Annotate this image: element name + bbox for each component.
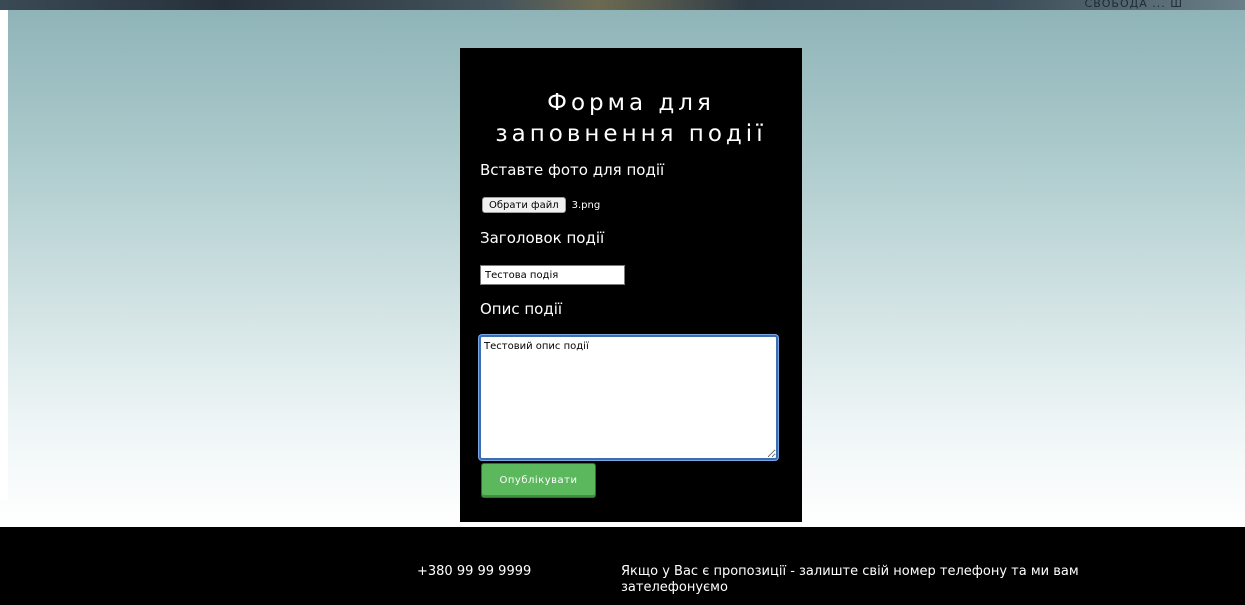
form-title: Форма для заповнення події <box>495 90 767 147</box>
footer-phone: +380 99 99 9999 <box>417 564 532 579</box>
footer: +380 99 99 9999 Якщо у Вас є пропозиції … <box>0 527 1245 605</box>
footer-contact-note: Якщо у Вас є пропозиції - залиште свій н… <box>621 564 1079 595</box>
header-image-strip: СВОБОДА ... Ш <box>0 0 1245 10</box>
event-title-input[interactable] <box>480 265 625 285</box>
photo-label: Вставте фото для події <box>480 161 665 179</box>
event-title-label: Заголовок події <box>480 229 605 247</box>
event-form-card: Форма для заповнення події Вставте фото … <box>460 48 802 522</box>
event-description-textarea[interactable]: Тестовий опис події <box>479 335 778 460</box>
page-left-edge <box>0 10 8 500</box>
publish-button[interactable]: Опублікувати <box>481 463 596 498</box>
event-description-label: Опис події <box>480 300 563 318</box>
selected-file-name: 3.png <box>571 199 601 211</box>
header-strip-text: СВОБОДА ... Ш <box>1084 0 1183 10</box>
choose-file-button[interactable]: Обрати файл <box>482 197 566 213</box>
file-input[interactable]: Обрати файл 3.png <box>482 197 600 213</box>
